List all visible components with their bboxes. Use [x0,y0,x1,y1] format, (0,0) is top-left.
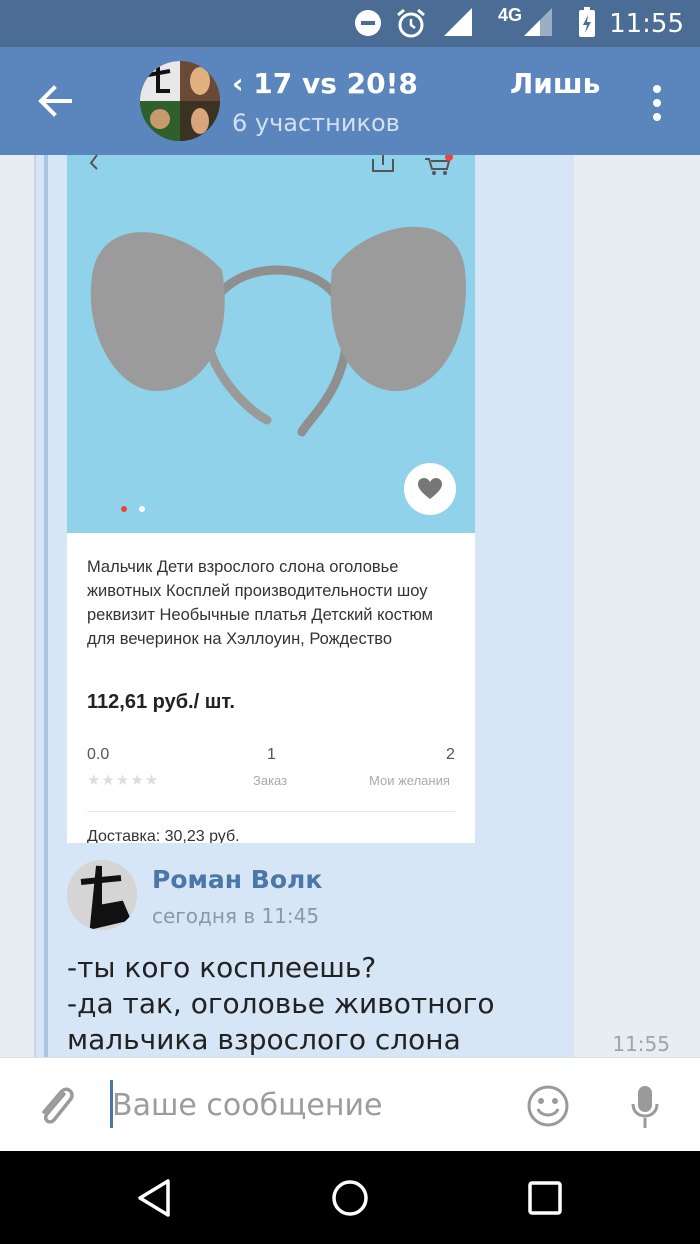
message-sent-time: 11:55 [612,1032,670,1056]
paperclip-icon[interactable] [34,1082,78,1130]
alarm-icon [397,8,425,38]
message-text: -ты кого косплеешь? -да так, оголовье жи… [67,950,567,1057]
product-image [67,155,475,533]
status-bar: 4G 11:55 [0,0,700,47]
microphone-icon[interactable] [630,1082,660,1130]
do-not-disturb-icon [355,10,381,36]
attached-screenshot[interactable]: Мальчик Дети взрослого слона оголовье жи… [67,155,475,843]
orders-count: 1 [267,746,276,763]
divider [87,811,455,812]
home-circle-icon[interactable] [329,1177,371,1219]
recents-square-icon[interactable] [524,1177,566,1219]
forward-indicator [44,155,48,1057]
network-type: 4G [497,5,522,25]
chevron-left-icon [89,155,98,170]
signal-icon [524,8,552,36]
chat-avatar[interactable] [140,61,220,141]
author-name[interactable]: Роман Волк [152,865,322,894]
chat-member-count: 6 участников [232,109,400,137]
emoji-icon[interactable] [526,1084,570,1128]
share-icon [372,155,394,172]
more-vertical-icon[interactable] [640,81,674,125]
wishlist-count: 2 [446,746,455,763]
orders-label: Заказ [253,773,288,788]
message-line: мальчика взрослого слона [67,1023,461,1056]
carousel-dot-active [121,506,127,512]
battery-icon [579,7,595,37]
cart-icon [425,155,453,175]
header-action-link[interactable]: Лишь [510,67,600,100]
message-list[interactable]: Мальчик Дети взрослого слона оголовье жи… [0,155,700,1057]
heart-icon [418,478,442,499]
rating-value: 0.0 [87,746,110,763]
carousel-dot [139,506,145,512]
back-triangle-icon[interactable] [134,1177,176,1219]
signal-icon [444,8,472,36]
clock: 11:55 [609,8,684,39]
product-price: 112,61 руб./ шт. [87,691,235,713]
chat-header: ‹ 17 vs 20!8 6 участников Лишь [0,47,700,155]
message-line: -ты кого косплеешь? [67,951,377,984]
avatar[interactable] [67,860,137,930]
wishlist-button [404,463,456,515]
delivery-info: Доставка: 30,23 руб. [87,828,240,843]
back-arrow-icon[interactable] [30,77,80,127]
message-timestamp: сегодня в 11:45 [152,904,320,928]
chat-title[interactable]: ‹ 17 vs 20!8 [232,67,418,100]
system-nav-bar [0,1151,700,1244]
composer [0,1057,700,1151]
rating-stars: ★★★★★ [87,772,160,789]
message-input[interactable] [112,1080,502,1130]
message-line: -да так, оголовье животного [67,987,495,1020]
product-title: Мальчик Дети взрослого слона оголовье жи… [87,558,434,648]
wishlist-label: Мои желания [369,773,450,788]
elephant-ears-headband [90,226,466,437]
